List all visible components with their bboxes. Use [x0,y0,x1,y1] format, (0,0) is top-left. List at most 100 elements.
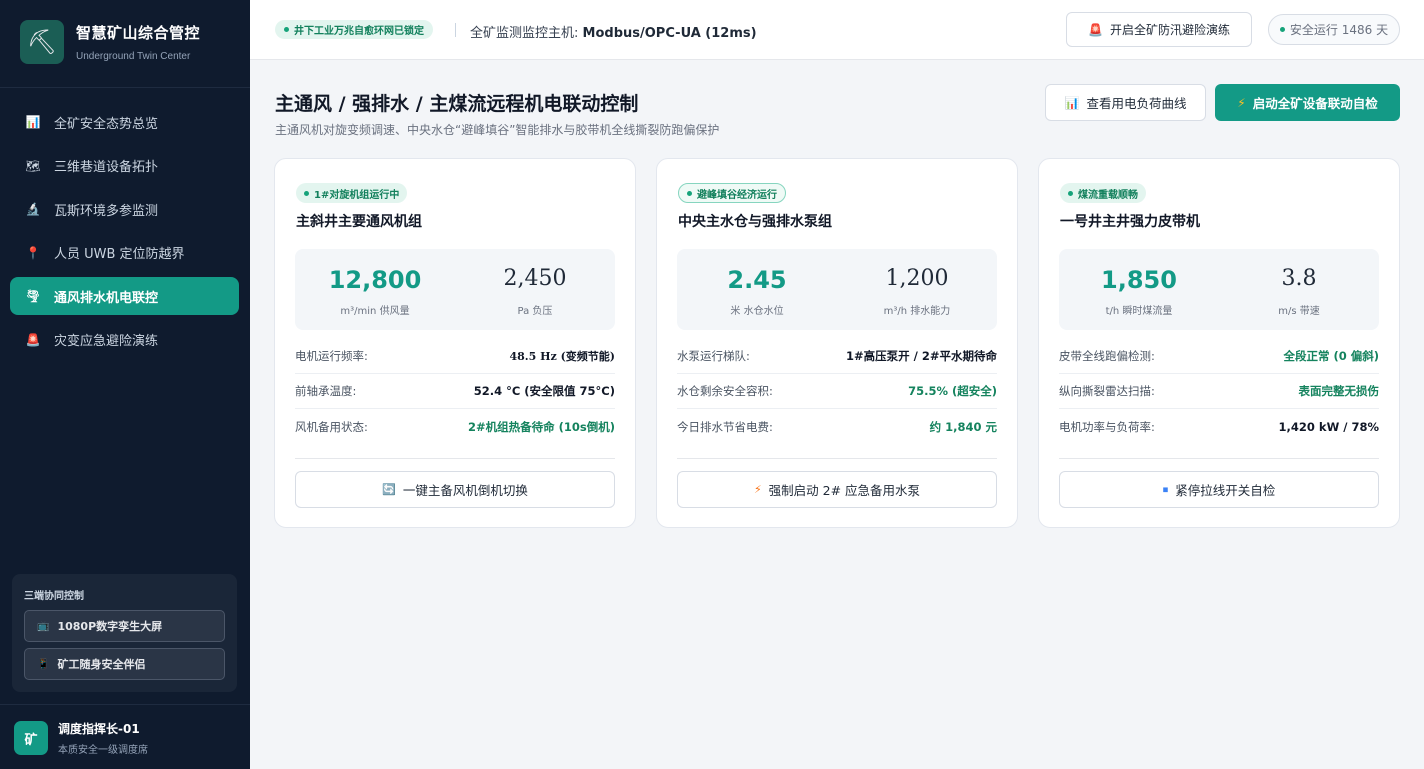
metric-value: 12,800 [328,266,422,294]
microscope-icon: 🔬 [25,202,41,216]
list-item: 皮带全线跑偏检测: 全段正常 (0 偏斜) [1059,339,1379,374]
metric-label: Pa 负压 [517,306,553,317]
belt-conveyor-card: 煤流重载顺畅 一号井主井强力皮带机 1,850 t/h 瞬时煤流量 3.8 m/… [1038,158,1400,528]
row-value: 约 1,840 元 [929,419,997,434]
row-label: 纵向撕裂雷达扫描: [1059,384,1155,398]
ventilation-fan-card: 1#对旋机组运行中 主斜井主要通风机组 12,800 m³/min 供风量 2,… [274,158,636,528]
list-item: 水仓剩余安全容积: 75.5% (超安全) [677,374,997,409]
sidebar-item-label: 三维巷道设备拓扑 [54,160,159,175]
fan-switchover-button[interactable]: 🔄 一键主备风机倒机切换 [295,471,615,508]
page-subtitle: 主通风机对旋变频调速、中央水仓“避峰填谷”智能排水与胶带机全线撕裂防跑偏保护 [275,123,720,137]
sidebar-item-emergency-drill[interactable]: 🚨 灾变应急避险演练 [10,321,239,359]
status-dot-icon [304,190,309,196]
row-label: 今日排水节省电费: [677,419,773,434]
siren-icon: 🚨 [25,332,41,347]
detail-list: 皮带全线跑偏检测: 全段正常 (0 偏斜) 纵向撕裂雷达扫描: 表面完整无损伤 … [1059,339,1379,444]
flood-drill-button[interactable]: 🚨 开启全矿防汛避险演练 [1066,12,1252,47]
metrics-panel: 12,800 m³/min 供风量 2,450 Pa 负压 [295,249,615,330]
network-status-badge: 井下工业万兆自愈环网已锁定 [275,20,433,39]
refresh-icon: 🔄 [382,483,396,496]
sidebar-item-label: 灾变应急避险演练 [54,334,159,349]
divider [677,458,997,459]
metric-label: m/s 带速 [1278,306,1320,317]
map-icon: 🗺 [25,158,41,173]
metrics-panel: 2.45 米 水仓水位 1,200 m³/h 排水能力 [677,249,997,330]
list-item: 水泵运行梯队: 1#高压泵开 / 2#平水期待命 [677,339,997,374]
user-role: 本质安全一级调度席 [58,745,148,756]
sidebar-item-uwb-positioning[interactable]: 📍 人员 UWB 定位防越界 [10,234,239,272]
load-curve-button[interactable]: 📊 查看用电负荷曲线 [1045,84,1206,121]
chart-icon: 📊 [1064,95,1080,110]
button-label: 启动全矿设备联动自检 [1252,96,1378,111]
brand-subtitle: Underground Twin Center [76,51,191,62]
row-label: 电机功率与负荷率: [1059,419,1155,434]
divider [1059,458,1379,459]
metric-water-level: 2.45 米 水仓水位 [677,249,837,317]
metric-label: m³/h 排水能力 [883,306,951,317]
metric-value: 3.8 [1281,266,1317,291]
metric-value: 1,200 [885,266,949,291]
metric-value: 2.45 [727,266,787,294]
stop-icon: ⏹ [1162,482,1169,496]
drainage-pump-card: 避峰填谷经济运行 中央主水仓与强排水泵组 2.45 米 水仓水位 1,200 m… [656,158,1018,528]
row-value: 1#高压泵开 / 2#平水期待命 [846,349,997,363]
divider [455,23,456,37]
sidebar-item-gas-monitor[interactable]: 🔬 瓦斯环境多参监测 [10,190,239,228]
miner-companion-button[interactable]: 📱 矿工随身安全伴侣 [24,648,225,680]
card-title: 主斜井主要通风机组 [296,214,422,230]
button-label: 开启全矿防汛避险演练 [1109,23,1230,37]
button-label: 矿工随身安全伴侣 [57,658,146,671]
sidebar-item-ventilation-drainage[interactable]: 🌪 通风排水机电联控 [10,277,239,315]
divider [295,458,615,459]
sidebar-nav: 📊 全矿安全态势总览 🗺 三维巷道设备拓扑 🔬 瓦斯环境多参监测 📍 人员 UW… [10,103,239,364]
digital-twin-screen-button[interactable]: 📺 1080P数字孪生大屏 [24,610,225,642]
button-label: 查看用电负荷曲线 [1086,96,1187,111]
metric-coal-flow: 1,850 t/h 瞬时煤流量 [1059,249,1219,317]
emergency-pump-button[interactable]: ⚡ 强制启动 2# 应急备用水泵 [677,471,997,508]
safety-days-badge: 安全运行 1486 天 [1268,14,1400,45]
lightning-icon: ⚡ [753,483,762,496]
button-label: 强制启动 2# 应急备用水泵 [768,483,921,498]
status-badge-text: 避峰填谷经济运行 [697,189,777,201]
brand-title: 智慧矿山综合管控 [76,24,201,42]
metric-belt-speed: 3.8 m/s 带速 [1219,249,1379,317]
linkage-selftest-button[interactable]: ⚡ 启动全矿设备联动自检 [1215,84,1400,121]
lightning-icon: ⚡ [1237,95,1246,110]
metric-label: 米 水仓水位 [730,306,784,317]
network-status-text: 井下工业万兆自愈环网已锁定 [294,26,424,37]
list-item: 风机备用状态: 2#机组热备待命 (10s倒机) [295,409,615,444]
host-info: 全矿监测监控主机: Modbus/OPC-UA (12ms) [470,22,757,41]
list-item: 前轴承温度: 52.4 °C (安全限值 75°C) [295,374,615,409]
phone-icon: 📱 [37,658,50,670]
metric-label: t/h 瞬时煤流量 [1105,306,1173,317]
sidebar-item-topology[interactable]: 🗺 三维巷道设备拓扑 [10,147,239,185]
pull-cord-selftest-button[interactable]: ⏹ 紧停拉线开关自检 [1059,471,1379,508]
button-label: 1080P数字孪生大屏 [57,620,163,633]
row-label: 水仓剩余安全容积: [677,384,773,398]
status-dot-icon [1068,190,1073,196]
row-label: 风机备用状态: [295,419,368,434]
status-badge: 避峰填谷经济运行 [678,183,786,203]
metric-value: 2,450 [503,266,567,291]
sync-panel-title: 三端协同控制 [24,591,84,602]
host-value: Modbus/OPC-UA (12ms) [582,26,757,41]
list-item: 今日排水节省电费: 约 1,840 元 [677,409,997,444]
top-bar: 井下工业万兆自愈环网已锁定 全矿监测监控主机: Modbus/OPC-UA (1… [250,0,1424,60]
user-profile[interactable]: 矿 调度指挥长-01 本质安全一级调度席 [14,720,148,756]
row-value: 全段正常 (0 偏斜) [1283,349,1379,363]
list-item: 电机运行频率: 48.5 Hz (变频节能) [295,339,615,374]
card-title: 中央主水仓与强排水泵组 [678,214,832,230]
row-value: 表面完整无损伤 [1298,384,1380,398]
row-label: 电机运行频率: [295,349,368,363]
sidebar-item-label: 瓦斯环境多参监测 [54,203,159,219]
user-name: 调度指挥长-01 [58,722,140,736]
sidebar-item-label: 人员 UWB 定位防越界 [54,247,185,262]
row-label: 皮带全线跑偏检测: [1059,349,1155,363]
list-item: 纵向撕裂雷达扫描: 表面完整无损伤 [1059,374,1379,409]
status-badge-text: 1#对旋机组运行中 [314,189,400,201]
sidebar-item-overview[interactable]: 📊 全矿安全态势总览 [10,103,239,141]
metric-pressure: 2,450 Pa 负压 [455,249,615,317]
row-value: 48.5 Hz (变频节能) [509,350,616,363]
status-badge-text: 煤流重载顺畅 [1078,189,1138,201]
pin-icon: 📍 [25,245,41,260]
